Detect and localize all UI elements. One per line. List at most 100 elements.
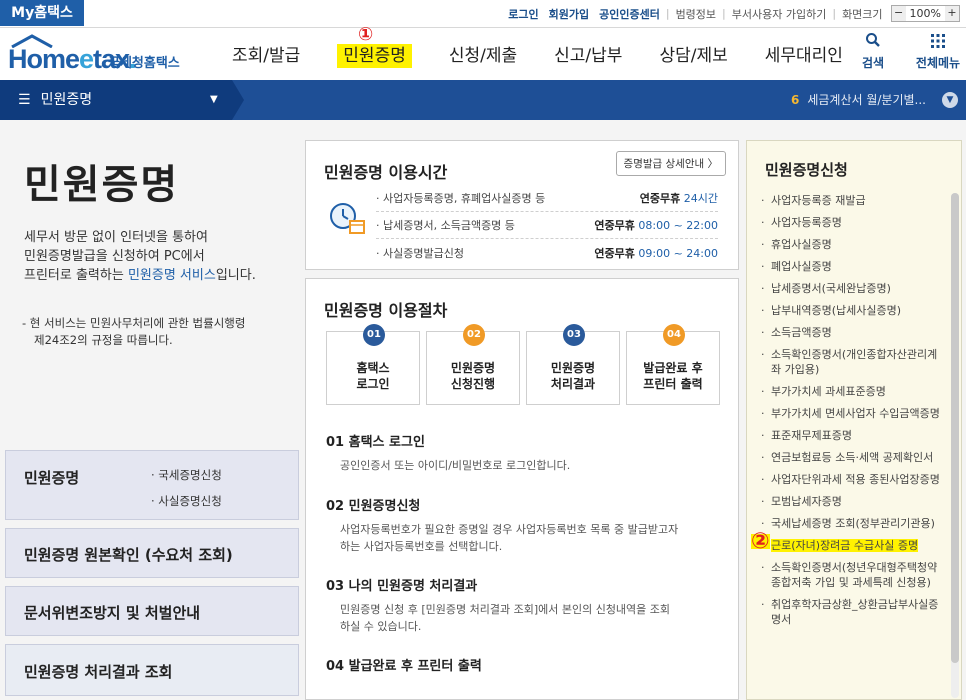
result-lookup-box[interactable]: 민원증명 처리결과 조회 [5,644,299,696]
fact-cert-apply-link[interactable]: · 사실증명신청 [151,493,222,509]
nav-consult-report[interactable]: 상담/제보 [659,28,727,80]
notice-number: 6 [790,93,800,107]
cert-apply-item[interactable]: 부가가치세 과세표준증명 [761,384,947,399]
nav-apply-submit[interactable]: 신청/제출 [449,28,517,80]
dept-user-signup-link[interactable]: 부서사용자 가입하기 [732,6,827,22]
nav-tax-agent[interactable]: 세무대리인 [765,28,843,80]
nav-lookup-issue[interactable]: 조회/발급 [232,28,300,80]
scrollbar-thumb[interactable] [951,193,959,663]
search-label: 검색 [861,56,885,70]
section-menu-dropdown[interactable]: ☰ 민원증명 [0,80,232,120]
procedure-item: 03 나의 민원증명 처리결과 민원증명 신청 후 [민원증명 처리결과 조회]… [326,575,726,635]
legal-note-line-1: - 현 서비스는 민원사무처리에 관한 법률시행령 [22,316,246,330]
hours-service: · 사업자등록증명, 휴폐업사실증명 등 [376,192,546,205]
procedure-title: 민원증명 이용절차 [324,301,448,320]
cert-apply-item[interactable]: 사업자등록증명 [761,215,947,230]
zoom-out-button[interactable]: − [891,6,906,21]
breadcrumb-arrow [232,80,244,120]
main-nav: 조회/발급 민원증명 신청/제출 신고/납부 상담/제보 세무대리인 [232,28,880,80]
procedure-item: 02 민원증명신청 사업자등록번호가 필요한 증명일 경우 사업자등록번호 목록… [326,495,726,555]
usage-hours-panel: 민원증명 이용시간 증명발급 상세안내 〉 · 사업자등록증명, 휴폐업사실증명… [305,140,739,270]
procedure-desc: 공인인증서 또는 아이디/비밀번호로 로그인합니다. [340,459,571,472]
cert-center-link[interactable]: 공인인증센터 [599,6,660,22]
logo-subtitle: 국세청홈택스 [108,56,180,71]
all-menu-button[interactable]: 전체메뉴 [912,32,964,71]
cert-apply-item[interactable]: 연금보험료등 소득·세액 공제확인서 [761,450,947,465]
law-info-link[interactable]: 범령정보 [676,6,716,22]
notice-expand-button[interactable]: ▼ [942,92,958,108]
cert-apply-item[interactable]: 부가가치세 면세사업자 수입금액증명 [761,406,947,421]
cert-apply-item[interactable]: 폐업사실증명 [761,259,947,274]
issue-detail-button[interactable]: 증명발급 상세안내 〉 [615,151,726,176]
annotation-mark-1: ① [358,24,374,45]
procedure-item: 04 발급완료 후 프린터 출력 [326,655,726,674]
hours-row: · 사실증명발급신청 연중무휴 09:00 ~ 24:00 [376,239,718,266]
annotation-mark-2: ② [751,529,770,554]
hours-time: 연중무휴 08:00 ~ 22:00 [594,219,718,232]
procedure-desc: 민원증명 신청 후 [민원증명 처리결과 조회]에서 본인의 신청내역을 조회 하… [340,603,671,633]
cert-apply-item[interactable]: 납세증명서(국세완납증명) [761,281,947,296]
cert-apply-item[interactable]: 사업자단위과세 적용 종된사업장증명 [761,472,947,487]
step-card: 03 민원증명 처리결과 [526,324,620,405]
step-number-badge: 01 [363,324,385,346]
my-hometax-tab[interactable]: My홈택스 [0,0,84,26]
cert-apply-item[interactable]: 사업자등록증 재발급 [761,193,947,208]
notice-ticker[interactable]: 6 세금계산서 월/분기별... [791,80,926,120]
zoom-in-button[interactable]: + [945,6,959,21]
cert-apply-item[interactable]: 소득확인증명서(개인종합자산관리계좌 가입용) [761,347,947,377]
legal-note: - 현 서비스는 민원사무처리에 관한 법률시행령 제24조2의 규정을 따릅니… [22,315,292,349]
cert-apply-item[interactable]: 국세납세증명 조회(정부관리기관용) [761,516,947,531]
hours-service: · 사실증명발급신청 [376,246,464,260]
list-scrollbar[interactable] [951,193,959,698]
cert-apply-item[interactable]: 납부내역증명(납세사실증명) [761,303,947,318]
service-link[interactable]: 민원증명 서비스 [128,268,216,283]
civil-cert-box[interactable]: 민원증명 · 국세증명신청 · 사실증명신청 [5,450,299,520]
legal-note-line-2: 제24조2의 규정을 따릅니다. [34,333,173,347]
step-number-badge: 02 [463,324,485,346]
cert-apply-item[interactable]: 소득금액증명 [761,325,947,340]
cert-apply-panel: 민원증명신청 사업자등록증 재발급 사업자등록증명 휴업사실증명 폐업사실증명 … [746,140,962,700]
usage-hours-table: · 사업자등록증명, 휴폐업사실증명 등 연중무휴 24시간 · 납세증명서, … [376,185,718,266]
hours-service: · 납세증명서, 소득금액증명 등 [376,219,515,232]
login-link[interactable]: 로그인 [508,6,538,22]
cert-apply-item-highlighted[interactable]: ② 근로(자녀)장려금 수급사실 증명 [751,531,947,553]
hours-row: · 납세증명서, 소득금액증명 등 연중무휴 08:00 ~ 22:00 [376,212,718,239]
divider: | [722,7,726,20]
signup-link[interactable]: 회원가입 [549,6,589,22]
search-button[interactable]: 검색 [858,32,888,71]
cert-apply-item[interactable]: 휴업사실증명 [761,237,947,252]
procedure-heading: 04 발급완료 후 프린터 출력 [326,659,482,674]
intro-line-1: 세무서 방문 없이 인터넷을 통하여 [24,230,208,245]
procedure-panel: 민원증명 이용절차 01 홈택스 로그인 02 민원증명 신청진행 03 민원증명 처… [305,278,739,700]
cert-apply-item-label: 근로(자녀)장려금 수급사실 증명 [771,539,919,552]
step-label: 발급완료 후 프린터 출력 [643,361,703,391]
search-icon [858,32,888,54]
cert-apply-item[interactable]: 소득확인증명서(청년우대형주택청약종합저축 가입 및 과세특례 신청용) [761,560,947,590]
cert-apply-item[interactable]: 표준재무제표증명 [761,428,947,443]
procedure-desc: 사업자등록번호가 필요한 증명일 경우 사업자등록번호 목록 중 발급받고자 하는… [340,523,679,553]
step-card: 01 홈택스 로그인 [326,324,420,405]
tax-cert-apply-link[interactable]: · 국세증명신청 [151,467,222,483]
clock-calendar-icon [330,203,365,234]
cert-apply-item[interactable]: 모범납세자증명 [761,494,947,509]
hometax-logo[interactable]: Homeetax. 국세청홈택스 [4,34,194,76]
original-verify-box[interactable]: 민원증명 원본확인 (수요처 조회) [5,528,299,578]
nav-report-pay[interactable]: 신고/납부 [554,28,622,80]
intro-description: 세무서 방문 없이 인터넷을 통하여 민원증명발급을 신청하여 PC에서 프린터… [24,228,294,285]
result-lookup-title: 민원증명 처리결과 조회 [24,663,173,681]
hours-time: 연중무휴 09:00 ~ 24:00 [594,246,718,260]
civil-cert-box-title: 민원증명 [24,469,80,487]
zoom-control: − 100% + [890,5,960,22]
hours-row: · 사업자등록증명, 휴폐업사실증명 등 연중무휴 24시간 [376,185,718,212]
cert-apply-item[interactable]: 취업후학자금상환_상환금납부사실증명서 [761,597,947,627]
step-number-badge: 03 [563,324,585,346]
procedure-heading: 02 민원증명신청 [326,499,421,514]
page-title: 민원증명 [24,162,180,208]
nav-civil-certificate[interactable]: 민원증명 [337,44,412,68]
utility-bar: My홈택스 로그인 회원가입 공인인증센터 | 범령정보 | 부서사용자 가입하… [0,0,966,28]
notice-text: 세금계산서 월/분기별... [807,93,926,107]
forgery-prevention-box[interactable]: 문서위변조방지 및 처벌안내 [5,586,299,636]
procedure-steps: 01 홈택스 로그인 02 민원증명 신청진행 03 민원증명 처리결과 04 발급완… [326,324,720,405]
zoom-value: 100% [909,7,941,20]
hours-time: 연중무휴 24시간 [639,192,718,205]
